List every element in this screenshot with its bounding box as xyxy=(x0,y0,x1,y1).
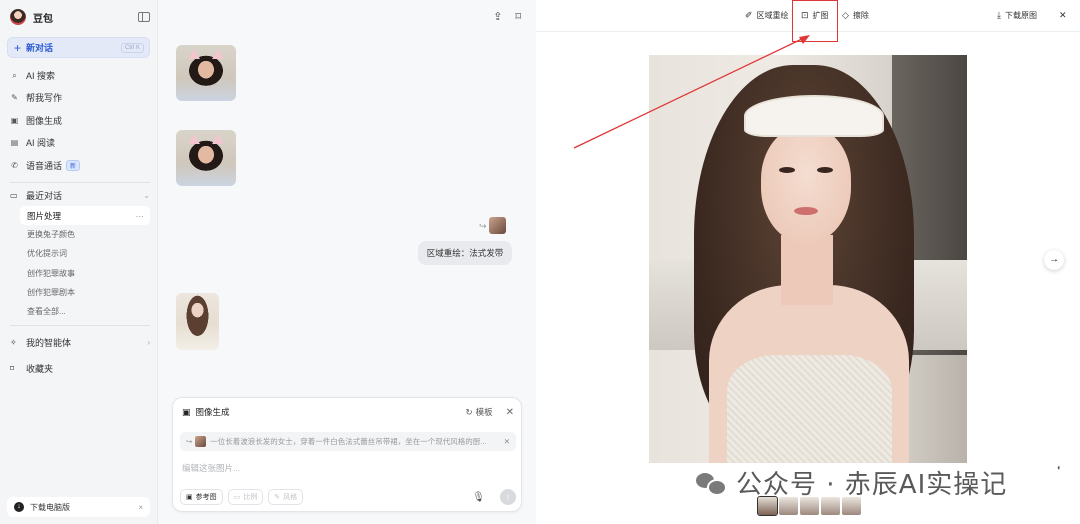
annotation-arrow xyxy=(573,35,810,149)
arrow-head xyxy=(799,35,810,44)
arrow-line xyxy=(573,36,807,149)
